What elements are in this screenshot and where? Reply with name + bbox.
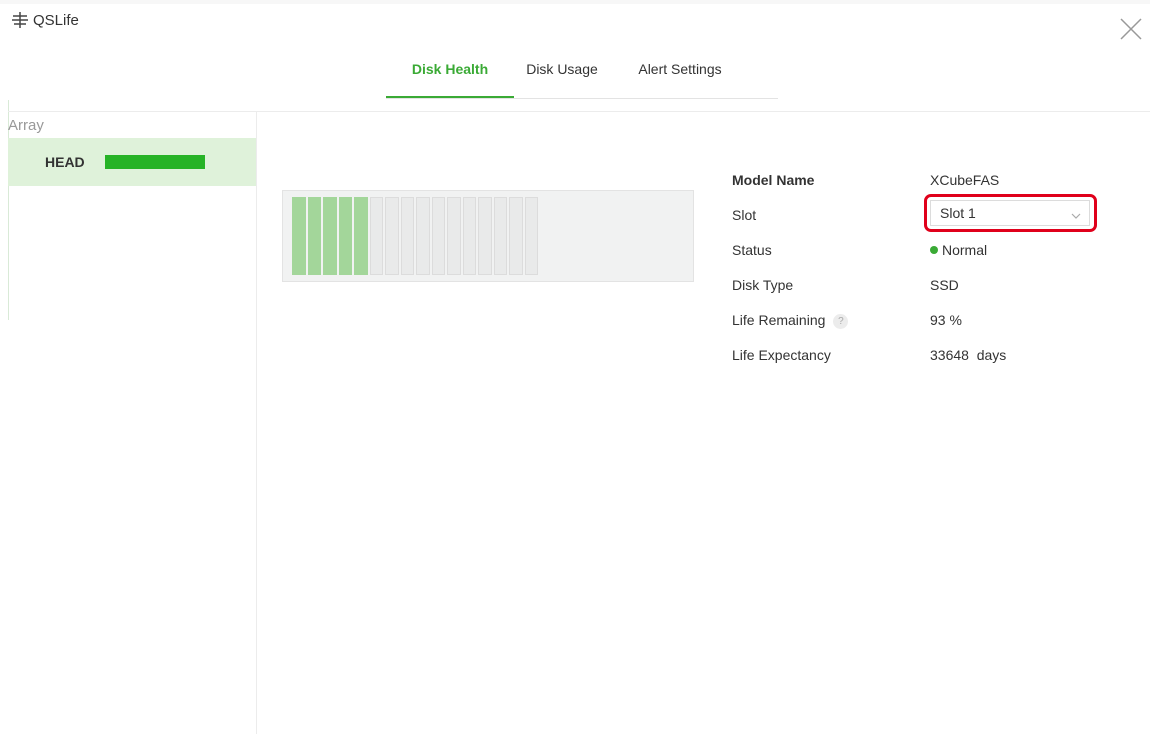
model-name-label: Model Name [732, 172, 815, 188]
disk-slot-6[interactable] [369, 197, 383, 275]
status-text: Normal [942, 242, 988, 258]
qslife-logo-icon [11, 11, 29, 29]
sidebar-item-head[interactable]: HEAD [8, 138, 256, 186]
info-row-disk-type: Disk Type SSD [732, 271, 1102, 306]
sidebar-item-label: HEAD [45, 154, 85, 170]
chevron-down-icon [1071, 208, 1081, 219]
disk-slot-13[interactable] [478, 197, 492, 275]
disk-slot-3[interactable] [323, 197, 337, 275]
disk-slots [292, 197, 538, 275]
disk-enclosure [282, 190, 694, 282]
status-label: Status [732, 242, 772, 258]
model-name-value: XCubeFAS [930, 172, 1000, 188]
disk-slot-4[interactable] [338, 197, 352, 275]
app-title: QSLife [33, 11, 79, 29]
life-remaining-label-group: Life Remaining? [732, 312, 849, 329]
disk-slot-5[interactable] [354, 197, 368, 275]
disk-slot-14[interactable] [493, 197, 507, 275]
life-expectancy-value: 33648 days [930, 347, 1007, 363]
info-row-life-expectancy: Life Expectancy 33648 days [732, 341, 1102, 376]
app-title-bar: QSLife [11, 11, 79, 29]
disk-slot-12[interactable] [462, 197, 476, 275]
life-expectancy-label: Life Expectancy [732, 347, 831, 363]
info-row-life-remaining: Life Remaining? 93 % [732, 306, 1102, 341]
qslife-window: QSLife Disk Health Disk Usage Alert Sett… [0, 0, 1150, 734]
tab-label: Disk Health [411, 61, 489, 77]
health-bar [105, 155, 205, 169]
disk-slot-1[interactable] [292, 197, 306, 275]
disk-slot-7[interactable] [385, 197, 399, 275]
sidebar: Array HEAD [8, 112, 257, 734]
status-value: Normal [930, 242, 987, 258]
disk-slot-9[interactable] [416, 197, 430, 275]
tab-label: Alert Settings [638, 61, 722, 77]
tab-alert-settings[interactable]: Alert Settings [610, 56, 750, 98]
disk-slot-2[interactable] [307, 197, 321, 275]
close-icon[interactable] [1120, 18, 1142, 40]
slot-select[interactable]: Slot 1 [930, 200, 1090, 226]
tab-bar: Disk Health Disk Usage Alert Settings [386, 56, 778, 99]
status-dot-icon [930, 246, 938, 254]
disk-type-label: Disk Type [732, 277, 794, 293]
health-bar-fill [105, 155, 205, 169]
tab-label: Disk Usage [526, 61, 598, 77]
life-remaining-label: Life Remaining [732, 312, 826, 328]
tab-disk-usage[interactable]: Disk Usage [514, 56, 610, 98]
disk-slot-15[interactable] [509, 197, 523, 275]
disk-slot-8[interactable] [400, 197, 414, 275]
disk-slot-11[interactable] [447, 197, 461, 275]
sidebar-heading: Array [8, 117, 44, 134]
slot-label: Slot [732, 207, 757, 223]
window-top-edge [0, 0, 1150, 4]
life-remaining-value: 93 % [930, 312, 962, 328]
disk-slot-10[interactable] [431, 197, 445, 275]
disk-type-value: SSD [930, 277, 959, 293]
info-row-status: Status Normal [732, 236, 1102, 271]
help-icon[interactable]: ? [833, 314, 849, 329]
tab-disk-health[interactable]: Disk Health [386, 56, 514, 98]
slot-select-value: Slot 1 [940, 205, 976, 221]
disk-slot-16[interactable] [524, 197, 538, 275]
